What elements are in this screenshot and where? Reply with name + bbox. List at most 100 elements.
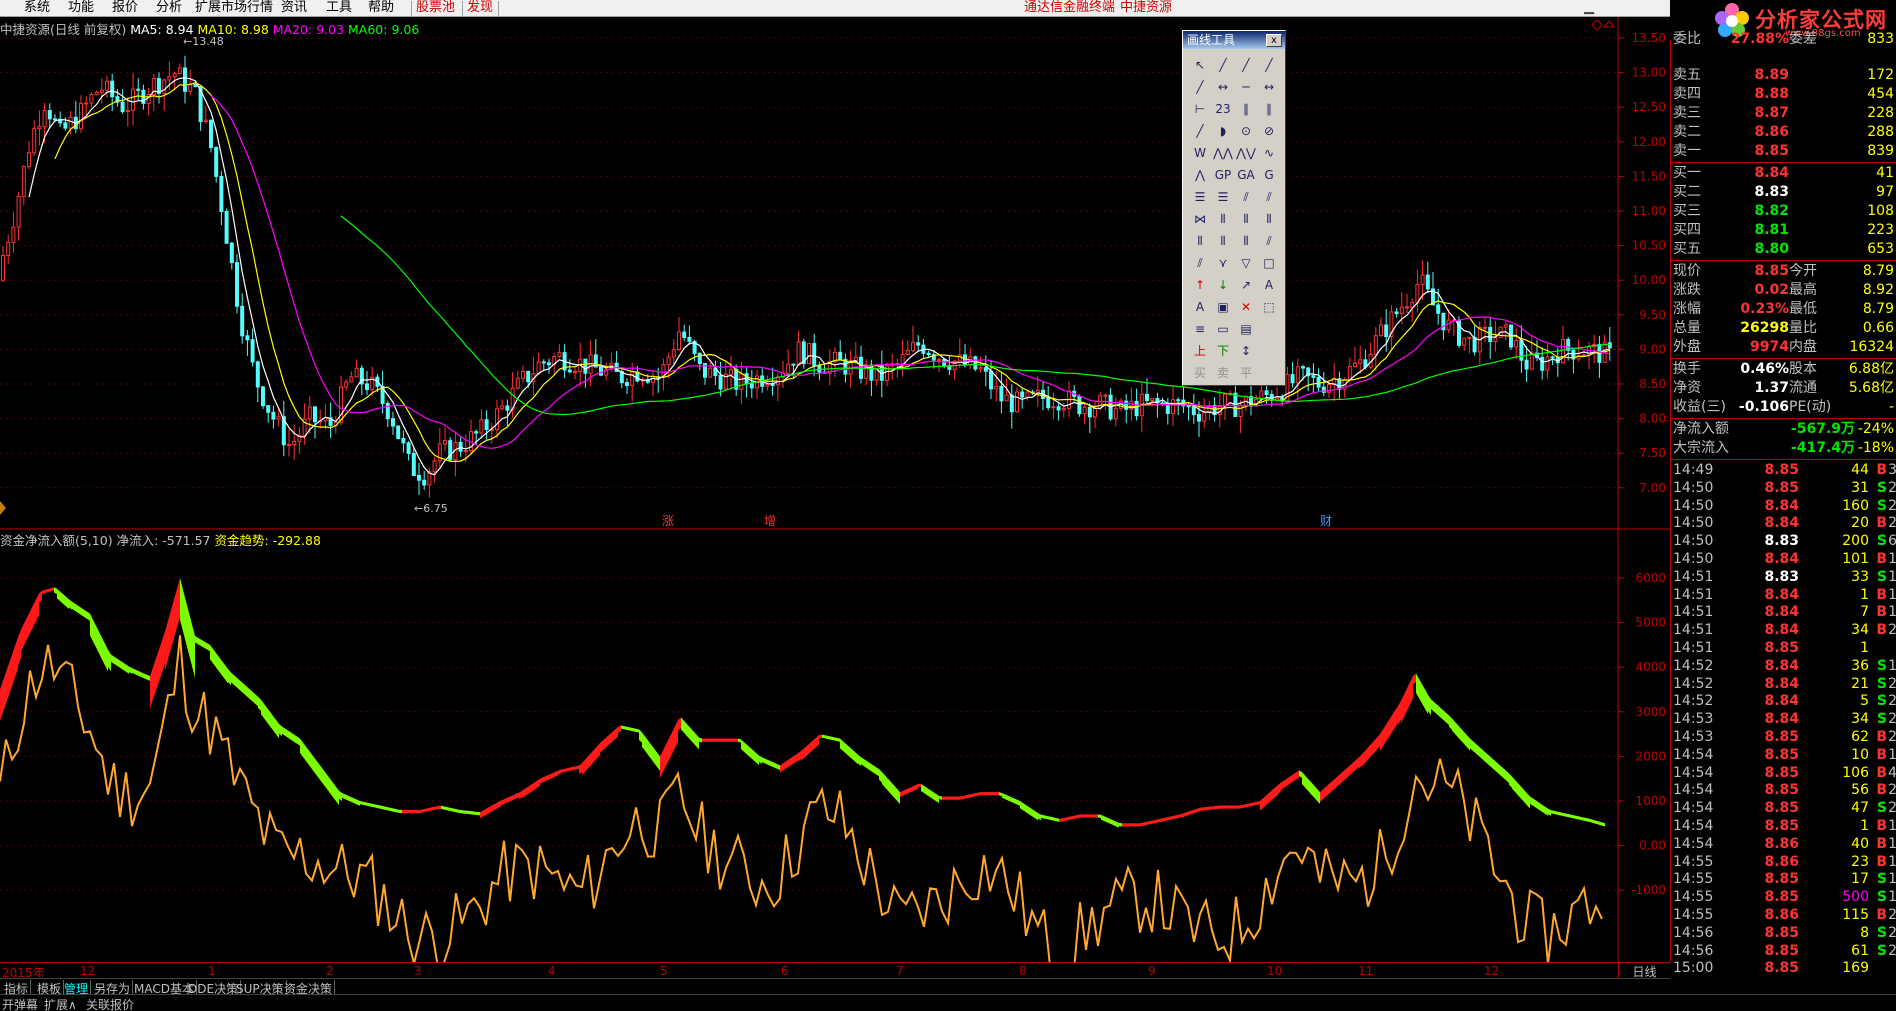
drawing-tool-button[interactable] xyxy=(1258,341,1280,362)
drawing-tool-button[interactable]: ✕ xyxy=(1235,297,1257,318)
flow-band-segment xyxy=(1164,817,1167,822)
drawing-tool-button[interactable]: ⋀ xyxy=(1189,165,1211,186)
drawing-tool-button[interactable]: ⫽ xyxy=(1189,253,1211,274)
drawing-tool-button[interactable]: ─ xyxy=(1235,77,1257,98)
stat-label: 收益(三) xyxy=(1673,399,1726,415)
menu-tools[interactable]: 工具 xyxy=(326,0,352,16)
menu-analysis[interactable]: 分析 xyxy=(156,0,182,16)
drawing-tool-button[interactable]: ╱ xyxy=(1189,121,1211,142)
drawing-tools-panel[interactable]: 画线工具 x ↖ ╱ ╱ ╱ ╱ ↔ ─ ↔ ⊢ 23 ∥ ∥ ╱ ◗ ⊙ ⊘ W ⋀⋀ ⋀⋁ ∿ ⋀ GP GA G ☰ ☰ ⫽ ⫽… xyxy=(1182,30,1286,386)
drawing-tool-button[interactable]: ⦀ xyxy=(1258,209,1280,230)
linked-quote-toggle[interactable]: 关联报价 xyxy=(86,996,134,1011)
extend-toggle[interactable]: 扩展∧ xyxy=(44,996,77,1011)
flow-band-segment xyxy=(1560,812,1563,817)
drawing-tool-button[interactable]: ⦀ xyxy=(1235,231,1257,252)
drawing-tool-button[interactable]: ⊘ xyxy=(1258,121,1280,142)
drawing-tool-button[interactable]: 平 xyxy=(1235,363,1257,384)
drawing-tool-button[interactable]: ↕ xyxy=(1235,341,1257,362)
danmaku-toggle[interactable]: 开弹幕 xyxy=(2,996,38,1011)
candle-body xyxy=(16,196,21,228)
drawing-tool-button[interactable]: ⫽ xyxy=(1258,231,1280,252)
menu-discover[interactable]: 发现 xyxy=(467,0,493,16)
tick-price: 8.85 xyxy=(1764,889,1799,906)
money-flow-chart[interactable]: 6000 5000 4000 3000 2000 1000 0.00 -1000 xyxy=(0,530,1670,962)
drawing-tool-button[interactable]: 卖 xyxy=(1212,363,1234,384)
drawing-tool-button[interactable]: ╱ xyxy=(1189,77,1211,98)
drawing-tool-button[interactable]: ⋈ xyxy=(1189,209,1211,230)
price-chart[interactable]: 13.50 13.00 12.50 12.00 11.50 11.00 10.50 10.00… xyxy=(0,17,1670,530)
candle-body xyxy=(229,242,234,264)
flow-band-segment xyxy=(567,767,570,772)
candle-body xyxy=(547,362,551,366)
candle-body xyxy=(1425,274,1430,290)
drawing-tool-button[interactable]: ▽ xyxy=(1235,253,1257,274)
drawing-tool-button[interactable]: GA xyxy=(1235,165,1257,186)
close-icon[interactable]: x xyxy=(1266,34,1282,47)
drawing-tool-button[interactable]: 下 xyxy=(1212,341,1234,362)
drawing-tool-button[interactable]: G xyxy=(1258,165,1280,186)
flow-band-segment xyxy=(627,726,630,731)
drawing-tool-button[interactable]: ↑ xyxy=(1189,275,1211,296)
candle-body xyxy=(739,373,744,390)
drawing-tool-button[interactable]: ☰ xyxy=(1189,187,1211,208)
tick-time: 14:54 xyxy=(1673,835,1714,852)
drawing-tool-button[interactable] xyxy=(1258,363,1280,384)
drawing-tool-button[interactable]: ∥ xyxy=(1258,99,1280,120)
drawing-tool-button[interactable]: ⬚ xyxy=(1258,297,1280,318)
drawing-tool-button[interactable]: 买 xyxy=(1189,363,1211,384)
drawing-tool-button[interactable] xyxy=(1258,319,1280,340)
drawing-tool-button[interactable]: W xyxy=(1189,143,1211,164)
drawing-tool-button[interactable]: A xyxy=(1189,297,1211,318)
drawing-tool-button[interactable]: ↔ xyxy=(1258,77,1280,98)
flow-tick-label: 2000 xyxy=(1635,749,1666,763)
menu-stock-pool[interactable]: 股票池 xyxy=(416,0,455,16)
drawing-tool-button[interactable]: ⦀ xyxy=(1189,231,1211,252)
tick-side: B xyxy=(1876,818,1887,834)
drawing-tool-button[interactable]: A xyxy=(1258,275,1280,296)
drawing-tool-button[interactable]: □ xyxy=(1258,253,1280,274)
drawing-tool-button[interactable]: GP xyxy=(1212,165,1234,186)
drawing-tool-button[interactable]: ▣ xyxy=(1212,297,1234,318)
flow-band-segment xyxy=(411,809,414,814)
menu-function[interactable]: 功能 xyxy=(68,0,94,16)
drawing-tool-button[interactable]: ∥ xyxy=(1235,99,1257,120)
drawing-tool-button[interactable]: ▤ xyxy=(1235,319,1257,340)
drawing-tool-button[interactable]: ⋎ xyxy=(1212,253,1234,274)
drawing-tool-button[interactable]: 上 xyxy=(1189,341,1211,362)
drawing-tool-button[interactable]: ⋀⋀ xyxy=(1212,143,1234,164)
ma5-label: MA5: 8.94 xyxy=(130,22,194,37)
drawing-tool-button[interactable]: ⫽ xyxy=(1235,187,1257,208)
period-label[interactable]: 日线 xyxy=(1618,962,1670,979)
flow-band-segment xyxy=(942,796,945,800)
drawing-tool-button[interactable]: ⫽ xyxy=(1258,187,1280,208)
drawing-tool-button[interactable]: ↗ xyxy=(1235,275,1257,296)
candle-body xyxy=(1519,339,1524,361)
drawing-tool-button[interactable]: ↖ xyxy=(1189,55,1211,76)
drawing-tool-button[interactable]: ◗ xyxy=(1212,121,1234,142)
drawing-tool-button[interactable]: ╱ xyxy=(1235,55,1257,76)
menu-help[interactable]: 帮助 xyxy=(368,0,394,16)
drawing-tool-button[interactable]: ☰ xyxy=(1212,187,1234,208)
candle-body xyxy=(874,364,879,381)
drawing-tool-button[interactable]: ⦀ xyxy=(1212,231,1234,252)
candle-body xyxy=(1524,359,1529,370)
menu-quote[interactable]: 报价 xyxy=(112,0,138,16)
drawing-tool-button[interactable]: ╱ xyxy=(1258,55,1280,76)
drawing-tool-button[interactable]: ≡ xyxy=(1189,319,1211,340)
menu-extended-market[interactable]: 扩展市场行情 xyxy=(195,0,273,16)
drawing-tool-button[interactable]: ⊙ xyxy=(1235,121,1257,142)
drawing-tool-button[interactable]: ▭ xyxy=(1212,319,1234,340)
drawing-tool-button[interactable]: ⋀⋁ xyxy=(1235,143,1257,164)
drawing-tool-button[interactable]: 23 xyxy=(1212,99,1234,120)
menu-system[interactable]: 系统 xyxy=(24,0,50,16)
drawing-tool-button[interactable]: ⦀ xyxy=(1235,209,1257,230)
drawing-tool-button[interactable]: ╱ xyxy=(1212,55,1234,76)
drawing-tool-button[interactable]: ⦀ xyxy=(1212,209,1234,230)
drawing-tool-button[interactable]: ↓ xyxy=(1212,275,1234,296)
tick-count: 2 xyxy=(1888,942,1896,959)
drawing-tool-button[interactable]: ↔ xyxy=(1212,77,1234,98)
drawing-tool-button[interactable]: ∿ xyxy=(1258,143,1280,164)
drawing-tool-button[interactable]: ⊢ xyxy=(1189,99,1211,120)
minimize-icon[interactable]: ▁ xyxy=(1584,0,1594,16)
menu-news[interactable]: 资讯 xyxy=(281,0,307,16)
